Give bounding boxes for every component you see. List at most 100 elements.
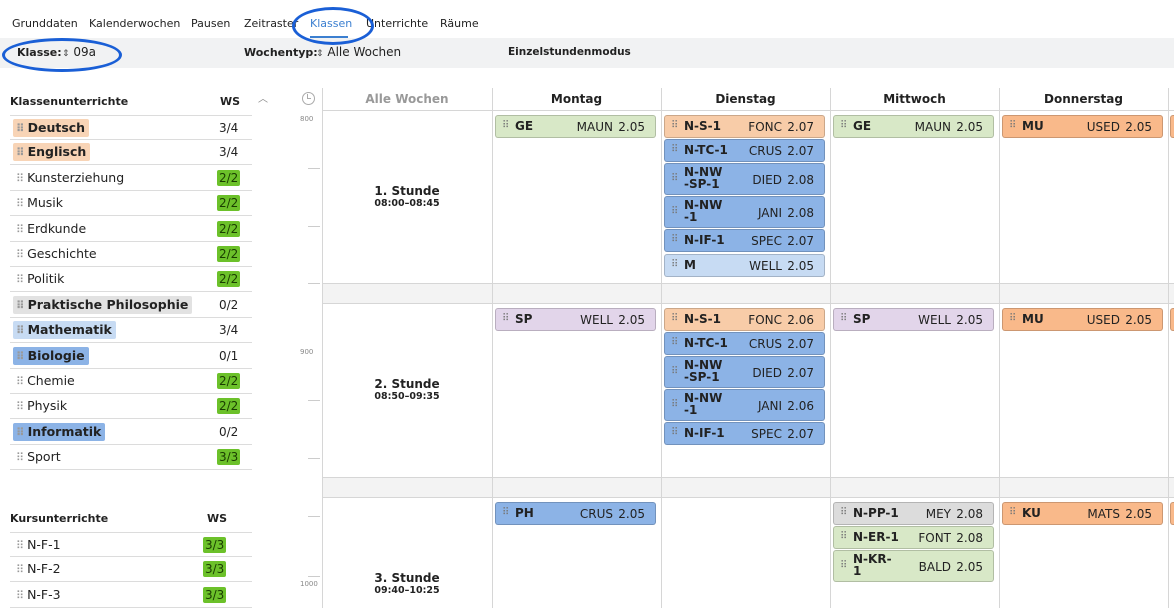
lesson-card[interactable]: ⠿ N-S-1 FONC 2.06 [664, 308, 825, 331]
drag-handle-icon[interactable]: ⠿ [16, 223, 24, 236]
lesson-card[interactable]: ⠿ N-KR-1 BALD 2.05 [833, 550, 994, 582]
drag-handle-icon[interactable]: ⠿ [840, 507, 847, 518]
list-item[interactable]: ⠿ N-F-3 3/3 [10, 583, 252, 608]
list-item[interactable]: ⠿ Kunsterziehung 2/2 [10, 166, 252, 191]
lesson-card-partial[interactable] [1170, 502, 1174, 525]
list-item[interactable]: ⠿ N-F-2 3/3 [10, 557, 252, 583]
lesson-card[interactable]: ⠿ N-IF-1 SPEC 2.07 [664, 229, 825, 252]
drag-handle-icon[interactable]: ⠿ [16, 375, 24, 388]
lesson-card-partial[interactable] [1170, 308, 1174, 331]
lesson-card[interactable]: ⠿ N-NW-1 JANI 2.06 [664, 389, 825, 421]
lesson-card[interactable]: ⠿ MU USED 2.05 [1002, 115, 1163, 138]
list-item[interactable]: ⠿ Mathematik 3/4 [10, 318, 252, 344]
tab-räume[interactable]: Räume [440, 17, 479, 30]
subject-chip[interactable]: ⠿ Englisch [13, 143, 91, 162]
subject-chip[interactable]: ⠿ Politik [13, 270, 68, 288]
drag-handle-icon[interactable]: ⠿ [840, 560, 847, 571]
list-item[interactable]: ⠿ Geschichte 2/2 [10, 242, 252, 267]
subject-chip[interactable]: ⠿ Chemie [13, 372, 79, 390]
drag-handle-icon[interactable]: ⠿ [671, 173, 678, 184]
drag-handle-icon[interactable]: ⠿ [16, 122, 25, 135]
lesson-card[interactable]: ⠿ N-NW-SP-1 DIED 2.08 [664, 163, 825, 195]
drag-handle-icon[interactable]: ⠿ [840, 531, 847, 542]
subject-chip[interactable]: ⠿ Sport [13, 448, 65, 466]
list-item[interactable]: ⠿ Biologie 0/1 [10, 344, 252, 369]
list-item[interactable]: ⠿ Informatik 0/2 [10, 420, 252, 445]
course-chip[interactable]: ⠿ N-F-3 [13, 586, 65, 604]
drag-handle-icon[interactable]: ⠿ [502, 313, 509, 324]
lesson-card[interactable]: ⠿ N-TC-1 CRUS 2.07 [664, 332, 825, 355]
lesson-card[interactable]: ⠿ GE MAUN 2.05 [833, 115, 994, 138]
drag-handle-icon[interactable]: ⠿ [16, 273, 24, 286]
drag-handle-icon[interactable]: ⠿ [671, 259, 678, 270]
tab-grunddaten[interactable]: Grunddaten [12, 17, 78, 30]
list-item[interactable]: ⠿ Erdkunde 2/2 [10, 217, 252, 242]
lesson-card[interactable]: ⠿ KU MATS 2.05 [1002, 502, 1163, 525]
drag-handle-icon[interactable]: ⠿ [16, 197, 24, 210]
tab-unterrichte[interactable]: Unterrichte [366, 17, 428, 30]
chevron-up-icon[interactable]: ︿ [258, 90, 268, 105]
subject-chip[interactable]: ⠿ Erdkunde [13, 220, 90, 238]
einzelstundenmodus-toggle[interactable]: Einzelstundenmodus [508, 46, 631, 58]
lesson-card[interactable]: ⠿ GE MAUN 2.05 [495, 115, 656, 138]
tab-klassen[interactable]: Klassen [310, 17, 352, 30]
drag-handle-icon[interactable]: ⠿ [16, 539, 24, 552]
drag-handle-icon[interactable]: ⠿ [16, 350, 25, 363]
drag-handle-icon[interactable]: ⠿ [502, 120, 509, 131]
subject-chip[interactable]: ⠿ Biologie [13, 346, 89, 365]
drag-handle-icon[interactable]: ⠿ [16, 248, 24, 261]
list-item[interactable]: ⠿ Chemie 2/2 [10, 369, 252, 394]
drag-handle-icon[interactable]: ⠿ [1009, 313, 1016, 324]
drag-handle-icon[interactable]: ⠿ [1009, 120, 1016, 131]
drag-handle-icon[interactable]: ⠿ [1009, 507, 1016, 518]
subject-chip[interactable]: ⠿ Mathematik [13, 321, 116, 340]
tab-kalenderwochen[interactable]: Kalenderwochen [89, 17, 180, 30]
list-item[interactable]: ⠿ Deutsch 3/4 [10, 115, 252, 140]
drag-handle-icon[interactable]: ⠿ [671, 313, 678, 324]
drag-handle-icon[interactable]: ⠿ [671, 206, 678, 217]
lesson-card[interactable]: ⠿ N-ER-1 FONT 2.08 [833, 526, 994, 549]
subject-chip[interactable]: ⠿ Geschichte [13, 245, 101, 263]
lesson-card[interactable]: ⠿ M WELL 2.05 [664, 254, 825, 277]
drag-handle-icon[interactable]: ⠿ [502, 507, 509, 518]
list-item[interactable]: ⠿ Englisch 3/4 [10, 140, 252, 166]
subject-chip[interactable]: ⠿ Informatik [13, 422, 106, 441]
list-item[interactable]: ⠿ Praktische Philosophie 0/2 [10, 293, 252, 318]
drag-handle-icon[interactable]: ⠿ [671, 120, 678, 131]
drag-handle-icon[interactable]: ⠿ [16, 400, 24, 413]
tab-pausen[interactable]: Pausen [191, 17, 230, 30]
list-item[interactable]: ⠿ Musik 2/2 [10, 191, 252, 217]
list-item[interactable]: ⠿ Politik 2/2 [10, 267, 252, 293]
drag-handle-icon[interactable]: ⠿ [16, 172, 24, 185]
drag-handle-icon[interactable]: ⠿ [16, 451, 24, 464]
drag-handle-icon[interactable]: ⠿ [671, 427, 678, 438]
wochentyp-select[interactable]: ⇕ Alle Wochen [316, 45, 401, 59]
drag-handle-icon[interactable]: ⠿ [16, 146, 25, 159]
lesson-card[interactable]: ⠿ SP WELL 2.05 [833, 308, 994, 331]
lesson-card[interactable]: ⠿ N-NW-SP-1 DIED 2.07 [664, 356, 825, 388]
drag-handle-icon[interactable]: ⠿ [671, 234, 678, 245]
drag-handle-icon[interactable]: ⠿ [16, 324, 25, 337]
list-item[interactable]: ⠿ Sport 3/3 [10, 445, 252, 471]
lesson-card-partial[interactable] [1170, 115, 1174, 138]
lesson-card[interactable]: ⠿ MU USED 2.05 [1002, 308, 1163, 331]
lesson-card[interactable]: ⠿ SP WELL 2.05 [495, 308, 656, 331]
subject-chip[interactable]: ⠿ Kunsterziehung [13, 169, 128, 187]
drag-handle-icon[interactable]: ⠿ [671, 337, 678, 348]
list-item[interactable]: ⠿ Physik 2/2 [10, 394, 252, 420]
drag-handle-icon[interactable]: ⠿ [16, 589, 24, 602]
drag-handle-icon[interactable]: ⠿ [671, 366, 678, 377]
course-chip[interactable]: ⠿ N-F-1 [13, 536, 65, 554]
drag-handle-icon[interactable]: ⠿ [671, 144, 678, 155]
tab-zeitraster[interactable]: Zeitraster [244, 17, 298, 30]
lesson-card[interactable]: ⠿ N-S-1 FONC 2.07 [664, 115, 825, 138]
list-item[interactable]: ⠿ N-F-1 3/3 [10, 532, 252, 557]
course-chip[interactable]: ⠿ N-F-2 [13, 560, 65, 578]
drag-handle-icon[interactable]: ⠿ [16, 563, 24, 576]
lesson-card[interactable]: ⠿ N-PP-1 MEY 2.08 [833, 502, 994, 525]
lesson-card[interactable]: ⠿ PH CRUS 2.05 [495, 502, 656, 525]
drag-handle-icon[interactable]: ⠿ [16, 426, 25, 439]
lesson-card[interactable]: ⠿ N-NW-1 JANI 2.08 [664, 196, 825, 228]
drag-handle-icon[interactable]: ⠿ [16, 299, 25, 312]
lesson-card[interactable]: ⠿ N-IF-1 SPEC 2.07 [664, 422, 825, 445]
